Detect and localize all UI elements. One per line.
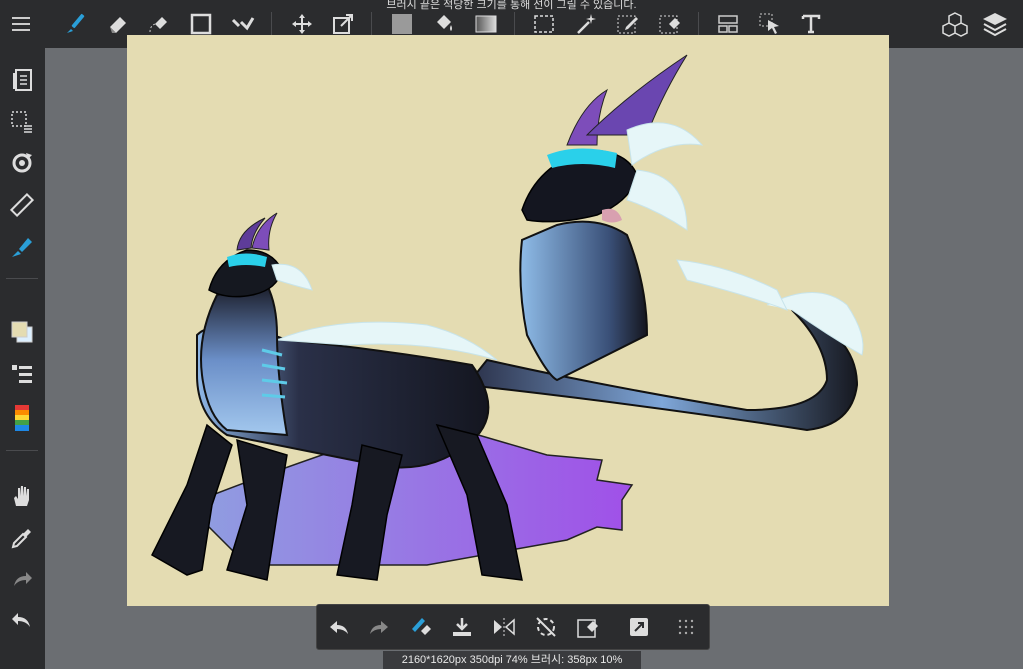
selection-icon[interactable]: [530, 10, 558, 38]
redo-icon[interactable]: [8, 566, 36, 594]
color-swatch-icon[interactable]: [8, 318, 36, 346]
select-layer-icon[interactable]: [756, 10, 784, 38]
transform-icon[interactable]: [329, 10, 357, 38]
color-palette-icon[interactable]: [8, 404, 36, 432]
fill-lines-icon[interactable]: [229, 10, 257, 38]
pen-fill-icon[interactable]: [8, 233, 36, 261]
bottom-quick-bar: [316, 604, 710, 650]
rotate-icon[interactable]: [8, 149, 36, 177]
bucket-icon[interactable]: [430, 10, 458, 38]
sidebar-divider: [6, 278, 38, 279]
eraser-icon[interactable]: [104, 10, 132, 38]
brush-icon[interactable]: [62, 10, 90, 38]
export-icon[interactable]: [625, 613, 653, 641]
save-icon[interactable]: [448, 613, 476, 641]
menu-icon[interactable]: [7, 10, 35, 38]
selection-pen-icon[interactable]: [614, 10, 642, 38]
panel-layout-icon[interactable]: [714, 10, 742, 38]
left-toolbar: [0, 48, 45, 669]
brush-eraser-toggle-icon[interactable]: [407, 613, 435, 641]
layer-list-icon[interactable]: [8, 361, 36, 389]
sidebar-divider: [6, 450, 38, 451]
ruler-icon[interactable]: [8, 191, 36, 219]
flip-icon[interactable]: [490, 613, 518, 641]
redo-icon[interactable]: [365, 613, 393, 641]
gradient-icon[interactable]: [472, 10, 500, 38]
clear-layer-icon[interactable]: [574, 613, 602, 641]
magic-wand-icon[interactable]: [572, 10, 600, 38]
text-icon[interactable]: [797, 10, 825, 38]
eyedropper-icon[interactable]: [8, 524, 36, 552]
dragon-artwork: [151, 54, 864, 581]
layers-icon[interactable]: [981, 10, 1009, 38]
snap-off-icon[interactable]: [532, 613, 560, 641]
drawing-canvas[interactable]: [127, 35, 889, 606]
more-grid-icon[interactable]: [672, 613, 700, 641]
select-layer-list-icon[interactable]: [8, 108, 36, 136]
undo-icon[interactable]: [325, 613, 353, 641]
selection-eraser-icon[interactable]: [656, 10, 684, 38]
move-icon[interactable]: [288, 10, 316, 38]
status-bar: 2160*1620px 350dpi 74% 브러시: 358px 10%: [383, 651, 641, 669]
undo-icon[interactable]: [8, 607, 36, 635]
rectangle-icon[interactable]: [187, 10, 215, 38]
materials-icon[interactable]: [941, 10, 969, 38]
fill-color-icon[interactable]: [388, 10, 416, 38]
lasso-eraser-icon[interactable]: [145, 10, 173, 38]
pages-icon[interactable]: [8, 66, 36, 94]
hand-icon[interactable]: [8, 482, 36, 510]
